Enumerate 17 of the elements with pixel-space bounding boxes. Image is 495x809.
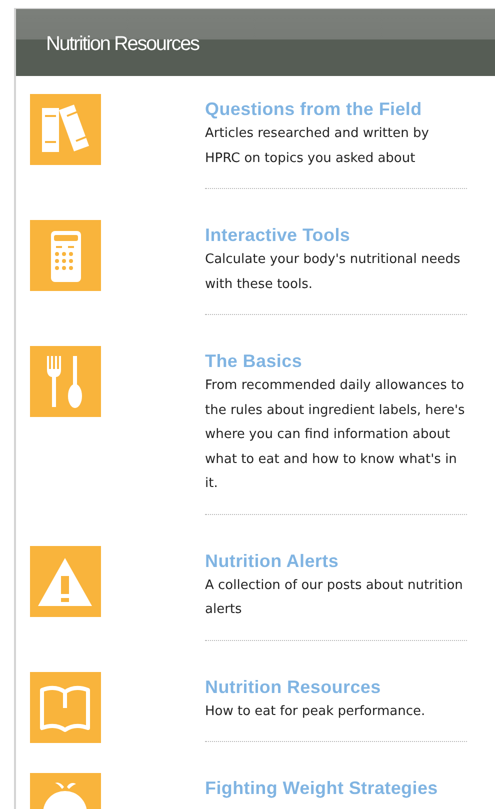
warning-icon: [30, 546, 101, 616]
article-link[interactable]: Questions from the Field: [205, 98, 467, 120]
article-link[interactable]: Interactive Tools: [205, 224, 467, 246]
article-link[interactable]: Nutrition Resources: [205, 676, 467, 698]
article-description: From recommended daily allowances to the rules about ingredient labels, here's where you can find information about what to eat and how to know what's in it.: [205, 377, 466, 493]
article-description: Articles researched and written by HPRC on topics you asked about: [205, 125, 430, 168]
panel-title: Nutrition Resources: [46, 32, 199, 56]
article-description: How to eat for peak performance.: [205, 702, 426, 720]
article-link[interactable]: Nutrition Alerts: [205, 550, 467, 572]
article-link[interactable]: The Basics: [205, 350, 467, 372]
book-icon: [30, 672, 101, 742]
calculator-icon: [30, 220, 101, 291]
article-link[interactable]: Fighting Weight Strategies: [205, 777, 467, 799]
books-icon: [30, 94, 101, 165]
article-description: Calculate your body's nutritional needs with these tools.: [205, 251, 462, 294]
article-description: A collection of our posts about nutrition alerts: [205, 576, 464, 619]
fork-and-spoon-icon: [30, 346, 101, 417]
